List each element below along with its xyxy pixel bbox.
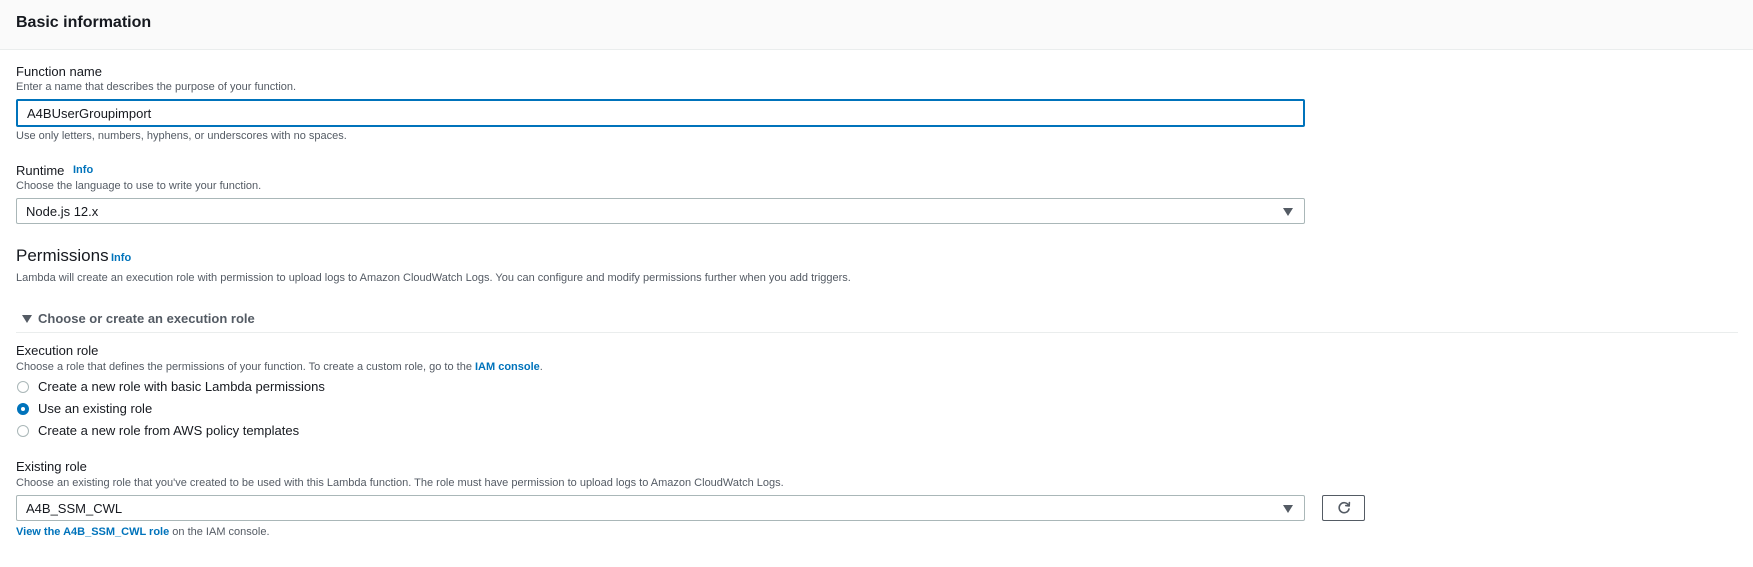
execution-role-label: Execution role	[16, 343, 99, 358]
radio-label-use-existing-role[interactable]: Use an existing role	[38, 401, 152, 416]
radio-label-create-basic-role[interactable]: Create a new role with basic Lambda perm…	[38, 379, 325, 394]
caret-down-icon	[1283, 505, 1293, 513]
permissions-info-link[interactable]: Info	[111, 252, 131, 264]
radio-label-create-from-templates[interactable]: Create a new role from AWS policy templa…	[38, 423, 299, 438]
existing-role-select[interactable]: A4B_SSM_CWL	[16, 495, 1305, 521]
refresh-icon	[1338, 501, 1351, 514]
caret-down-icon	[1283, 208, 1293, 216]
permissions-title: Permissions	[16, 246, 109, 265]
execution-role-description-suffix: .	[539, 361, 543, 373]
runtime-select-value: Node.js 12.x	[26, 204, 99, 219]
execution-role-description: Choose a role that defines the permissio…	[16, 361, 543, 373]
iam-console-link[interactable]: IAM console	[475, 361, 540, 373]
radio-create-basic-role[interactable]	[17, 381, 29, 393]
section-header	[0, 0, 1753, 50]
radio-use-existing-role[interactable]	[17, 403, 29, 415]
runtime-select[interactable]: Node.js 12.x	[16, 198, 1305, 224]
view-role-suffix: on the IAM console.	[169, 526, 270, 538]
divider	[16, 332, 1738, 333]
refresh-roles-button[interactable]	[1322, 495, 1365, 521]
caret-down-icon[interactable]	[22, 315, 32, 323]
runtime-label: Runtime	[16, 163, 65, 178]
permissions-description: Lambda will create an execution role wit…	[16, 272, 851, 284]
section-title-basic-information: Basic information	[16, 14, 152, 31]
execution-role-description-text: Choose a role that defines the permissio…	[16, 361, 475, 373]
runtime-description: Choose the language to use to write your…	[16, 180, 262, 192]
existing-role-label: Existing role	[16, 459, 87, 474]
function-name-input[interactable]	[16, 99, 1305, 127]
function-name-label: Function name	[16, 64, 102, 79]
radio-create-from-templates[interactable]	[17, 425, 29, 437]
runtime-info-link[interactable]: Info	[73, 164, 93, 176]
execution-role-expander[interactable]: Choose or create an execution role	[38, 311, 255, 326]
existing-role-select-value: A4B_SSM_CWL	[26, 501, 123, 516]
function-name-constraint: Use only letters, numbers, hyphens, or u…	[16, 130, 347, 142]
view-role-text: View the A4B_SSM_CWL role on the IAM con…	[16, 526, 270, 538]
existing-role-description: Choose an existing role that you've crea…	[16, 477, 784, 489]
function-name-description: Enter a name that describes the purpose …	[16, 81, 297, 93]
view-role-link[interactable]: View the A4B_SSM_CWL role	[16, 526, 169, 538]
